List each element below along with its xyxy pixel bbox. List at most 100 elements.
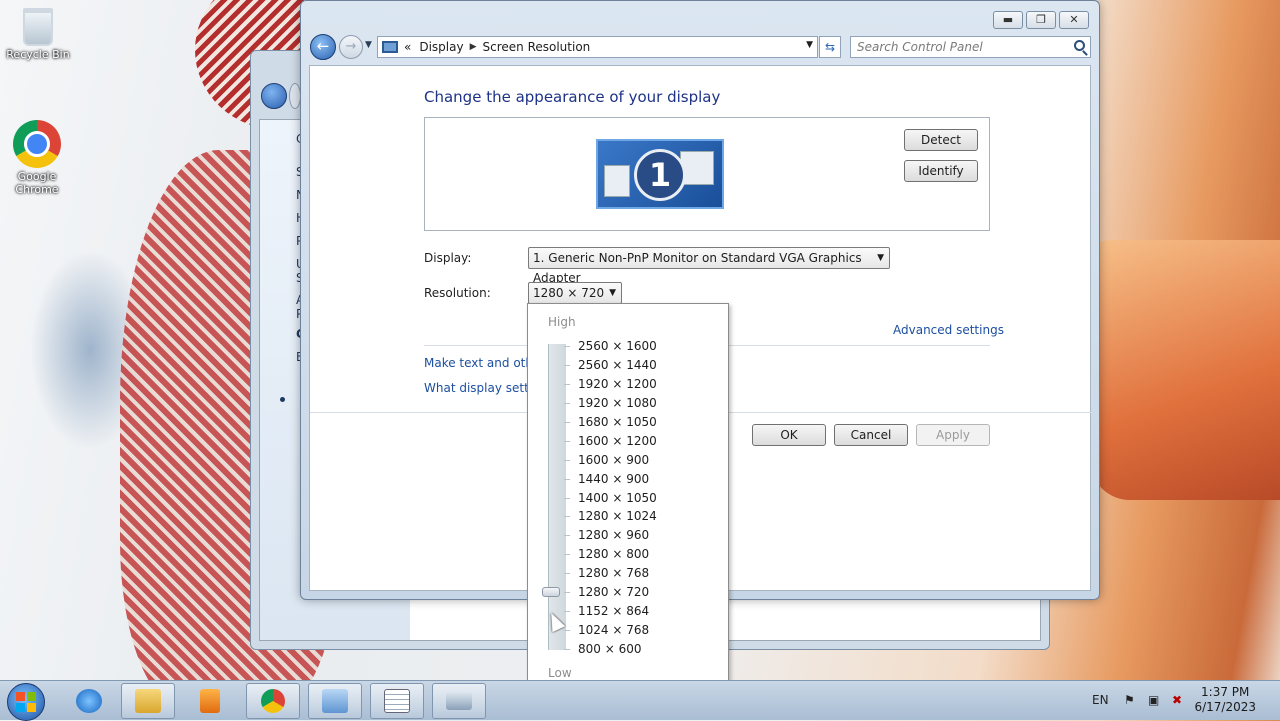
taskbar-file-explorer[interactable] [121, 683, 175, 719]
language-indicator[interactable]: EN [1092, 693, 1109, 707]
resolution-option[interactable]: 1920 × 1080 [578, 394, 718, 413]
taskbar-on-screen-keyboard[interactable] [432, 683, 486, 719]
desktop-icon-label: Google Chrome [15, 170, 59, 196]
resolution-option[interactable]: 1600 × 900 [578, 451, 718, 470]
network-icon[interactable]: ▣ [1148, 693, 1159, 707]
clock-time: 1:37 PM [1201, 685, 1250, 699]
address-dropdown-icon[interactable]: ▼ [806, 40, 813, 50]
system-clock[interactable]: 1:37 PM 6/17/2023 [1194, 685, 1256, 715]
slider-tick [564, 630, 570, 631]
resolution-select[interactable]: 1280 × 720 ▼ [528, 282, 622, 304]
monitor-window-icon [604, 165, 630, 197]
taskbar-notepad[interactable] [370, 683, 424, 719]
volume-muted-icon[interactable]: ✖ [1172, 693, 1182, 707]
chevron-down-icon: ▼ [609, 288, 616, 298]
resolution-slider-thumb[interactable] [542, 587, 560, 597]
back-window-back-button[interactable] [261, 83, 287, 109]
monitor-1-icon[interactable]: 1 [596, 139, 724, 209]
display-select[interactable]: 1. Generic Non-PnP Monitor on Standard V… [528, 247, 890, 285]
slider-tick [564, 554, 570, 555]
resolution-option[interactable]: 1152 × 864 [578, 602, 718, 621]
taskbar-internet-explorer[interactable] [62, 683, 116, 719]
desktop-icon-recycle-bin[interactable]: Recycle Bin [1, 8, 75, 61]
ok-button[interactable]: OK [752, 424, 826, 446]
notepad-icon [384, 689, 410, 713]
breadcrumb-display[interactable]: Display [419, 40, 463, 54]
slider-tick [564, 516, 570, 517]
window-controls: ▬ ❐ ✕ [993, 11, 1089, 29]
chevron-down-icon: ▼ [877, 253, 884, 263]
low-label: Low [548, 666, 572, 680]
breadcrumb-screen-resolution[interactable]: Screen Resolution [483, 40, 591, 54]
chrome-icon [261, 689, 285, 713]
breadcrumb-root[interactable]: « [404, 40, 411, 54]
resolution-option[interactable]: 1280 × 768 [578, 564, 718, 583]
resolution-option[interactable]: 1280 × 1024 [578, 507, 718, 526]
monitor-number-badge: 1 [634, 149, 686, 201]
advanced-settings-link[interactable]: Advanced settings [893, 323, 1004, 337]
resolution-slider-track[interactable] [548, 344, 566, 650]
taskbar: EN ⚑ ▣ ✖ 1:37 PM 6/17/2023 [0, 680, 1280, 721]
folder-icon [135, 689, 161, 713]
resolution-label: Resolution: [424, 286, 491, 300]
keyboard-icon [446, 692, 472, 710]
page-title: Change the appearance of your display [424, 88, 721, 106]
back-button[interactable]: ← [310, 34, 336, 60]
resolution-option[interactable]: 2560 × 1440 [578, 356, 718, 375]
apply-button[interactable]: Apply [916, 424, 990, 446]
taskbar-control-panel[interactable] [308, 683, 362, 719]
address-bar[interactable]: « Display ▶ Screen Resolution ▼ [377, 36, 818, 58]
slider-tick [564, 422, 570, 423]
resolution-option[interactable]: 1440 × 900 [578, 470, 718, 489]
cancel-button[interactable]: Cancel [834, 424, 908, 446]
resolution-option[interactable]: 1680 × 1050 [578, 413, 718, 432]
resolution-option[interactable]: 1600 × 1200 [578, 432, 718, 451]
media-player-icon [200, 689, 220, 713]
search-input[interactable]: Search Control Panel [850, 36, 1091, 58]
clock-date: 6/17/2023 [1194, 700, 1256, 714]
slider-tick [564, 403, 570, 404]
monitor-preview-area: 1 Detect Identify [424, 117, 990, 231]
slider-tick [564, 535, 570, 536]
resolution-option[interactable]: 800 × 600 [578, 640, 718, 659]
resolution-option[interactable]: 1280 × 960 [578, 526, 718, 545]
resolution-select-value: 1280 × 720 [533, 286, 605, 300]
taskbar-chrome[interactable] [246, 683, 300, 719]
taskbar-media-player[interactable] [183, 683, 237, 719]
resolution-option[interactable]: 2560 × 1600 [578, 337, 718, 356]
recent-pages-button[interactable]: ▼ [365, 40, 372, 50]
display-label: Display: [424, 251, 472, 265]
start-button[interactable] [7, 683, 45, 721]
detect-button[interactable]: Detect [904, 129, 978, 151]
desktop-icon-label: Recycle Bin [6, 48, 70, 61]
slider-tick [564, 649, 570, 650]
selected-bullet [280, 397, 285, 402]
chrome-icon [13, 120, 61, 168]
resolution-option[interactable]: 1920 × 1200 [578, 375, 718, 394]
forward-button[interactable]: → [339, 35, 363, 59]
desktop-icon-google-chrome[interactable]: Google Chrome [0, 120, 74, 196]
resolution-dropdown[interactable]: High 2560 × 1600 2560 × 1440 1920 × 1200 19… [527, 303, 729, 691]
internet-explorer-icon [76, 689, 102, 713]
slider-tick [564, 592, 570, 593]
slider-tick [564, 365, 570, 366]
identify-button[interactable]: Identify [904, 160, 978, 182]
action-center-flag-icon[interactable]: ⚑ [1124, 693, 1135, 707]
resolution-option[interactable]: 1400 × 1050 [578, 489, 718, 508]
refresh-button[interactable]: ⇆ [819, 36, 841, 58]
high-label: High [548, 315, 576, 329]
control-panel-icon [322, 689, 348, 713]
breadcrumb-separator-icon[interactable]: ▶ [470, 42, 477, 52]
slider-tick [564, 573, 570, 574]
resolution-option[interactable]: 1280 × 720 [578, 583, 718, 602]
resolution-option[interactable]: 1024 × 768 [578, 621, 718, 640]
slider-tick [564, 479, 570, 480]
close-button[interactable]: ✕ [1059, 11, 1089, 29]
slider-tick [564, 498, 570, 499]
display-select-value: 1. Generic Non-PnP Monitor on Standard V… [533, 251, 862, 285]
control-panel-icon [382, 41, 398, 53]
resolution-option[interactable]: 1280 × 800 [578, 545, 718, 564]
maximize-button[interactable]: ❐ [1026, 11, 1056, 29]
minimize-button[interactable]: ▬ [993, 11, 1023, 29]
search-icon[interactable] [1074, 40, 1085, 51]
